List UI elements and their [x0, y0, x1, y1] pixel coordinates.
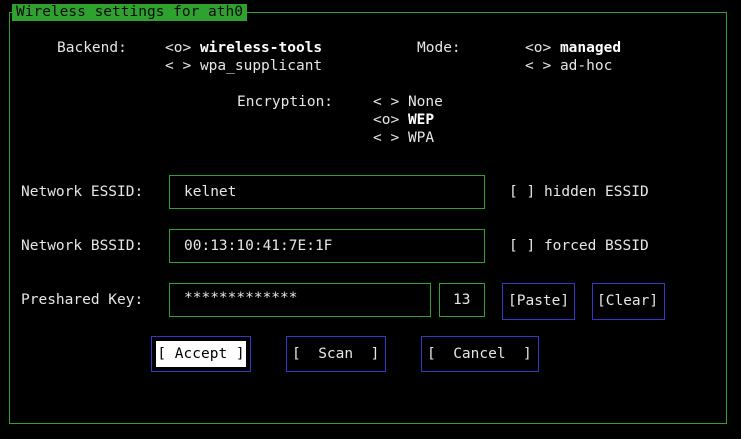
clear-button[interactable]: [Clear] — [592, 283, 665, 320]
radio-mark: <o> — [525, 40, 552, 56]
radio-label: wpa_supplicant — [199, 58, 323, 74]
mode-label: Mode: — [417, 40, 461, 56]
bssid-input[interactable]: 00:13:10:41:7E:1F — [169, 229, 485, 263]
cancel-button[interactable]: [ Cancel ] — [421, 336, 539, 372]
key-length-value: 13 — [453, 292, 471, 308]
radio-mark: < > — [373, 130, 400, 146]
checkbox-label: forced BSSID — [543, 238, 649, 254]
backend-option-wpa-supplicant[interactable]: < > wpa_supplicant — [165, 57, 322, 75]
essid-value: kelnet — [184, 184, 237, 200]
checkbox-label: hidden ESSID — [543, 184, 649, 200]
dialog-title: Wireless settings for ath0 — [12, 4, 247, 21]
encryption-option-none[interactable]: < > None — [373, 93, 443, 111]
encryption-label: Encryption: — [237, 94, 334, 110]
radio-label: managed — [559, 40, 622, 56]
preshared-key-label: Preshared Key: — [21, 292, 144, 308]
paste-button[interactable]: [Paste] — [502, 283, 575, 320]
preshared-key-input[interactable]: ************* — [169, 283, 431, 317]
mode-option-managed[interactable]: <o> managed — [525, 39, 621, 57]
clear-button-label: [Clear] — [597, 293, 659, 309]
encryption-option-wpa[interactable]: < > WPA — [373, 129, 434, 147]
checkbox-mark: [ ] — [509, 184, 536, 200]
accept-button-label: [ Accept ] — [156, 341, 246, 367]
key-length-field: 13 — [439, 283, 485, 317]
backend-label: Backend: — [57, 40, 127, 56]
essid-label: Network ESSID: — [21, 184, 144, 200]
forced-bssid-checkbox[interactable]: [ ] forced BSSID — [509, 237, 649, 255]
essid-input[interactable]: kelnet — [169, 175, 485, 209]
bssid-label: Network BSSID: — [21, 238, 144, 254]
encryption-option-wep[interactable]: <o> WEP — [373, 111, 434, 129]
backend-option-wireless-tools[interactable]: <o> wireless-tools — [165, 39, 322, 57]
preshared-key-value: ************* — [184, 290, 298, 306]
scan-button[interactable]: [ Scan ] — [286, 336, 386, 372]
radio-label: wireless-tools — [199, 40, 323, 56]
accept-button[interactable]: [ Accept ] — [151, 336, 251, 372]
paste-button-label: [Paste] — [508, 293, 570, 309]
radio-label: ad-hoc — [559, 58, 613, 74]
radio-mark: < > — [373, 94, 400, 110]
radio-label: None — [407, 94, 443, 110]
bssid-value: 00:13:10:41:7E:1F — [184, 238, 333, 254]
scan-button-label: [ Scan ] — [292, 346, 380, 362]
cancel-button-label: [ Cancel ] — [427, 346, 532, 362]
radio-mark: <o> — [373, 112, 400, 128]
hidden-essid-checkbox[interactable]: [ ] hidden ESSID — [509, 183, 649, 201]
radio-label: WEP — [407, 112, 435, 128]
radio-label: WPA — [407, 130, 435, 146]
radio-mark: <o> — [165, 40, 192, 56]
checkbox-mark: [ ] — [509, 238, 536, 254]
radio-mark: < > — [525, 58, 552, 74]
radio-mark: < > — [165, 58, 192, 74]
mode-option-ad-hoc[interactable]: < > ad-hoc — [525, 57, 612, 75]
